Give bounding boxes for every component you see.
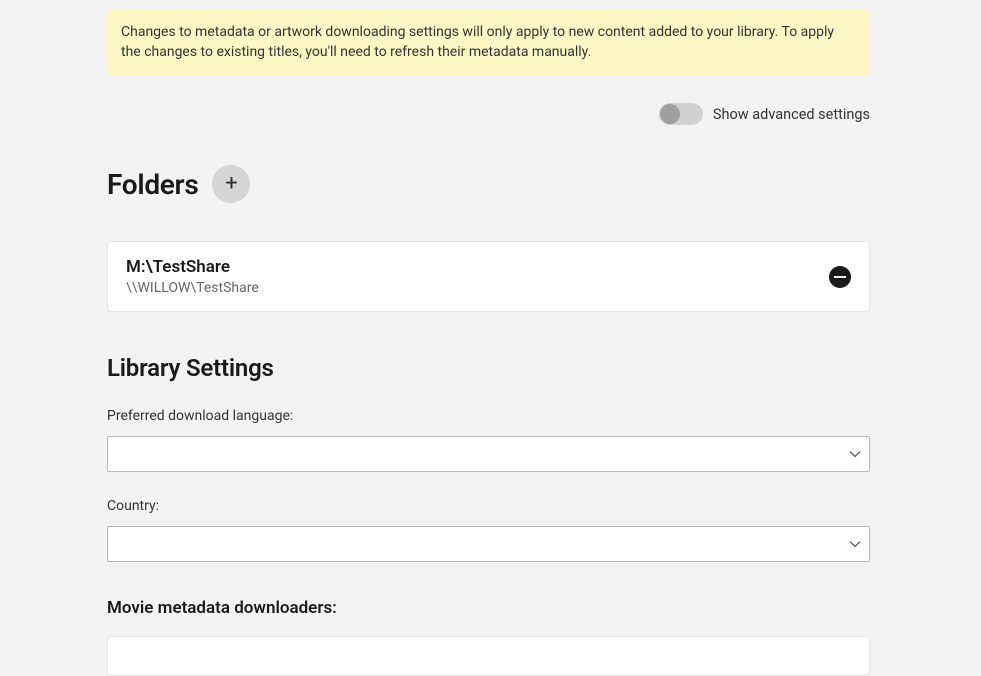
advanced-settings-label: Show advanced settings	[713, 106, 870, 123]
folders-title: Folders	[107, 168, 198, 201]
country-label: Country:	[107, 498, 870, 514]
language-label: Preferred download language:	[107, 408, 870, 424]
remove-folder-button[interactable]	[829, 266, 851, 288]
downloaders-list[interactable]	[107, 636, 870, 676]
downloaders-title: Movie metadata downloaders:	[107, 598, 870, 618]
advanced-toggle-row: Show advanced settings	[107, 103, 870, 125]
folder-paths: M:\TestShare \\WILLOW\TestShare	[126, 257, 259, 296]
notice-text: Changes to metadata or artwork downloadi…	[121, 24, 834, 60]
country-select-wrap	[107, 526, 870, 562]
settings-panel: Changes to metadata or artwork downloadi…	[0, 10, 870, 676]
advanced-settings-toggle[interactable]	[659, 103, 703, 125]
country-select[interactable]	[107, 526, 870, 562]
folder-path-secondary: \\WILLOW\TestShare	[126, 280, 259, 296]
minus-icon	[834, 276, 846, 278]
folder-path-primary: M:\TestShare	[126, 257, 259, 277]
folder-item[interactable]: M:\TestShare \\WILLOW\TestShare	[107, 241, 870, 312]
folders-header: Folders +	[107, 165, 870, 203]
metadata-notice: Changes to metadata or artwork downloadi…	[107, 10, 870, 75]
toggle-knob	[660, 104, 680, 124]
library-settings-title: Library Settings	[107, 354, 870, 382]
language-select[interactable]	[107, 436, 870, 472]
add-folder-button[interactable]: +	[212, 165, 250, 203]
plus-icon: +	[225, 173, 237, 195]
language-select-wrap	[107, 436, 870, 472]
